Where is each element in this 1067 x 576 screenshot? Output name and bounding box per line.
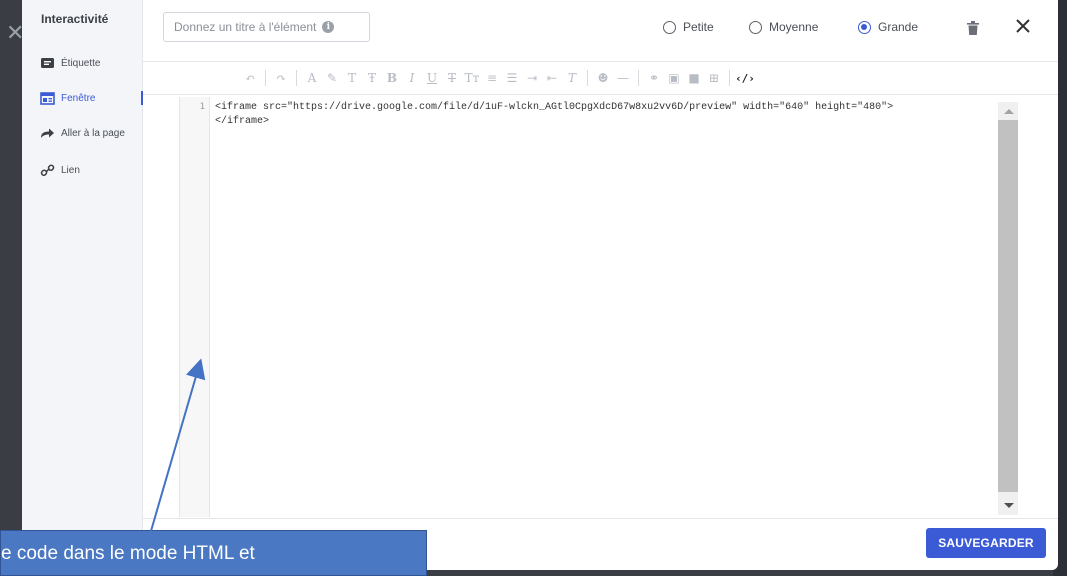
toolbar-divider [729, 70, 730, 86]
strikethrough-icon[interactable]: T [443, 69, 461, 87]
size-radio-moyenne[interactable]: Moyenne [749, 20, 818, 34]
trash-icon[interactable] [966, 20, 980, 36]
radio-label: Moyenne [769, 20, 819, 34]
radio-unchecked-icon [749, 20, 762, 34]
sidebar-item-label: Fenêtre [61, 93, 96, 104]
annotation-text: e code dans le mode HTML et [1, 543, 255, 564]
interactivity-dialog: Interactivité Étiquette Fenêtre Aller à … [22, 0, 1058, 570]
table-icon[interactable]: ⊞ [705, 69, 723, 87]
toolbar-divider [296, 70, 297, 86]
outdent-icon[interactable]: ⇤ [543, 69, 561, 87]
scroll-up-icon[interactable] [1004, 109, 1014, 114]
toolbar-buttons: ↶ ↷ A ✎ T Ŧ B I U T Tт ≡ ☰ ⇥ ⇤ T ☻ — ⚭ ▣… [240, 62, 755, 94]
italic-icon[interactable]: I [403, 69, 421, 87]
goto-page-icon [41, 128, 54, 138]
screen: ✕ Interactivité Étiquette Fenêtre Aller … [0, 0, 1067, 576]
label-icon [41, 58, 54, 68]
bold-icon[interactable]: B [383, 69, 401, 87]
underline-icon[interactable]: U [423, 69, 441, 87]
toolbar-divider [638, 70, 639, 86]
horizontal-rule-icon[interactable]: — [614, 69, 632, 87]
link-icon[interactable]: ⚭ [645, 69, 663, 87]
element-title-input[interactable]: Donnez un titre à l'élément i [163, 12, 370, 42]
radio-label: Petite [683, 20, 714, 34]
line-number: 1 [199, 102, 205, 112]
code-content[interactable]: <iframe src="https://drive.google.com/fi… [215, 101, 1005, 129]
sidebar-item-lien[interactable]: Lien [40, 164, 80, 177]
radio-label: Grande [878, 20, 919, 34]
sidebar: Interactivité Étiquette Fenêtre Aller à … [22, 0, 143, 570]
list-icon[interactable]: ☰ [503, 69, 521, 87]
footer-divider [143, 518, 1058, 519]
line-gutter: 1 [180, 97, 210, 517]
clear-format-icon[interactable]: T [563, 69, 581, 87]
code-editor[interactable]: 1 <iframe src="https://drive.google.com/… [179, 97, 1020, 517]
sidebar-item-aller-a-la-page[interactable]: Aller à la page [40, 127, 125, 140]
size-radio-grande[interactable]: Grande [858, 20, 918, 34]
close-icon[interactable] [1012, 15, 1034, 37]
sidebar-item-etiquette[interactable]: Étiquette [40, 57, 100, 70]
link-icon [40, 164, 55, 177]
emoji-icon[interactable]: ☻ [594, 69, 612, 87]
info-icon[interactable]: i [322, 21, 335, 33]
editor-scrollbar[interactable] [998, 102, 1018, 515]
sidebar-item-label: Étiquette [61, 58, 101, 69]
radio-unchecked-icon [663, 20, 676, 34]
undo-icon[interactable]: ↶ [241, 69, 259, 87]
video-icon[interactable]: ■ [685, 69, 703, 87]
sidebar-item-fenetre[interactable]: Fenêtre [40, 92, 95, 105]
save-button[interactable]: SAUVEGARDER [926, 528, 1046, 558]
annotation-callout: e code dans le mode HTML et [0, 530, 427, 576]
size-radio-petite[interactable]: Petite [663, 20, 714, 34]
sidebar-item-label: Aller à la page [61, 128, 125, 139]
toolbar-divider [265, 70, 266, 86]
text-case-icon[interactable]: Tт [463, 69, 481, 87]
sidebar-item-label: Lien [61, 165, 80, 176]
editor-toolbar: ↶ ↷ A ✎ T Ŧ B I U T Tт ≡ ☰ ⇥ ⇤ T ☻ — ⚭ ▣… [143, 61, 1058, 95]
font-size-icon[interactable]: T [343, 69, 361, 87]
font-color-icon[interactable]: A [303, 69, 321, 87]
font-family-icon[interactable]: Ŧ [363, 69, 381, 87]
redo-icon[interactable]: ↷ [272, 69, 290, 87]
radio-checked-icon [858, 20, 871, 34]
title-placeholder: Donnez un titre à l'élément [174, 20, 317, 34]
toolbar-divider [587, 70, 588, 86]
indent-icon[interactable]: ⇥ [523, 69, 541, 87]
html-code-icon[interactable]: ‹/› [735, 69, 755, 87]
sidebar-title: Interactivité [41, 12, 109, 26]
image-icon[interactable]: ▣ [665, 69, 683, 87]
highlight-icon[interactable]: ✎ [323, 69, 341, 87]
align-icon[interactable]: ≡ [483, 69, 501, 87]
scroll-thumb[interactable] [998, 120, 1018, 492]
scroll-down-icon[interactable] [1004, 503, 1014, 508]
window-icon [40, 92, 55, 105]
